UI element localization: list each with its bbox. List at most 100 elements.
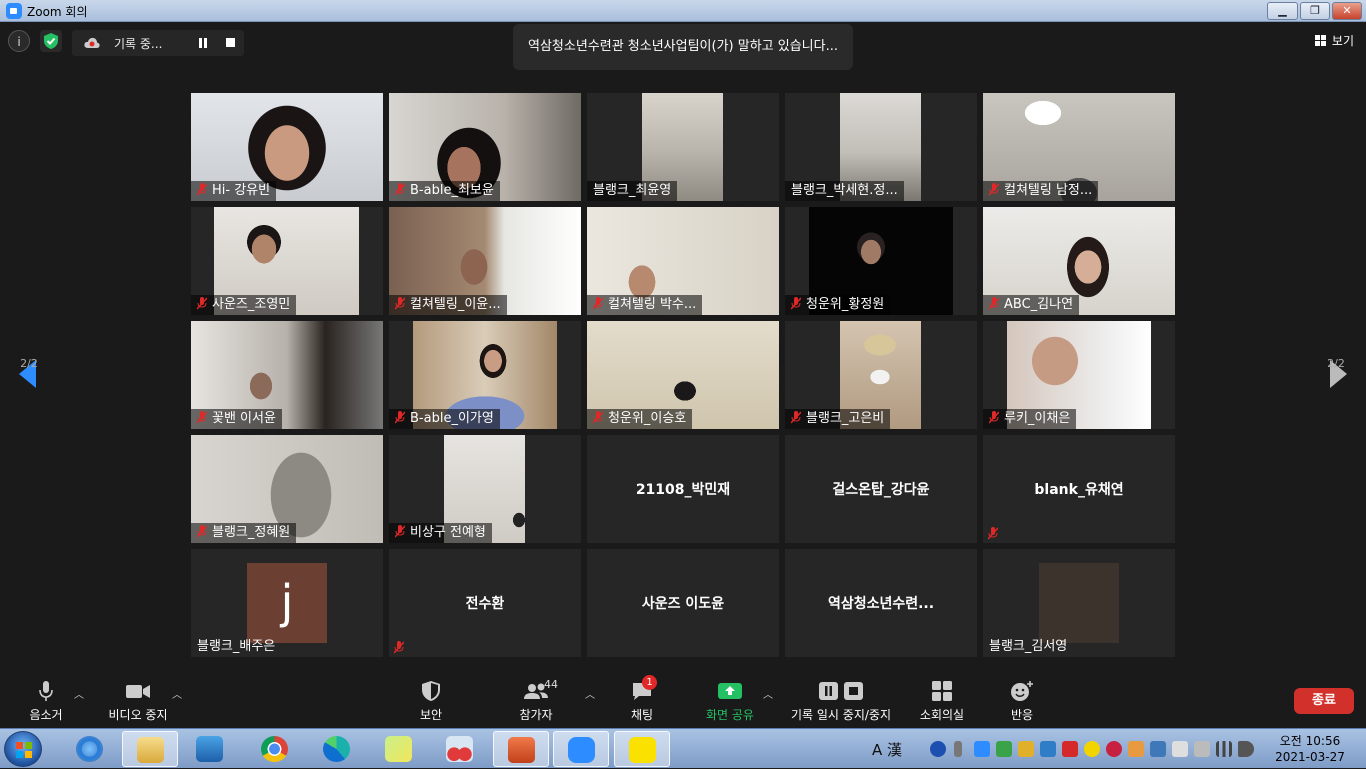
participant-tile[interactable]: 전수환 bbox=[389, 549, 581, 657]
participant-tile[interactable]: B-able_최보윤 bbox=[389, 93, 581, 201]
mute-button[interactable]: 음소거 bbox=[16, 680, 76, 723]
tray-app-icon-2[interactable] bbox=[1150, 741, 1166, 757]
chat-button[interactable]: 1 채팅 bbox=[622, 675, 662, 723]
clipboard-tray-icon[interactable] bbox=[1018, 741, 1034, 757]
stop-recording-button[interactable] bbox=[226, 38, 235, 47]
chrome-icon bbox=[261, 736, 288, 762]
kakaotalk-tray-icon[interactable] bbox=[1084, 741, 1100, 757]
participant-tile[interactable]: 청운위_황정원 bbox=[785, 207, 977, 315]
meeting-area: i 기록 중... 역삼청소년수련관 청소년사업팀이(가) 말하고 있습니다..… bbox=[0, 22, 1366, 670]
network-tray-icon[interactable] bbox=[1040, 741, 1056, 757]
participant-name: 비상구 전예형 bbox=[389, 523, 492, 543]
participant-tile[interactable]: 역삼청소년수련... bbox=[785, 549, 977, 657]
participant-name: 전수환 bbox=[465, 596, 505, 612]
pause-recording-button[interactable] bbox=[198, 38, 208, 48]
participant-tile[interactable]: 걸스온탑_강다윤 bbox=[785, 435, 977, 543]
participant-tile[interactable]: 루키_이채은 bbox=[983, 321, 1175, 429]
end-meeting-button[interactable]: 종료 bbox=[1294, 688, 1354, 714]
signal-strength-icon[interactable] bbox=[1216, 741, 1232, 757]
taskbar-zoom[interactable] bbox=[553, 731, 609, 767]
participants-button[interactable]: 44 참가자 bbox=[516, 678, 558, 723]
maximize-button[interactable]: ❐ bbox=[1300, 2, 1330, 20]
participant-name: 루키_이채은 bbox=[983, 409, 1077, 429]
participant-tile[interactable]: 컬쳐텔링_이윤... bbox=[389, 207, 581, 315]
share-screen-button[interactable]: 화면 공유 bbox=[700, 680, 760, 723]
scissors-icon bbox=[446, 736, 473, 762]
participant-name: 블랭크_박세현.정... bbox=[785, 181, 904, 201]
participant-tile[interactable]: 블랭크_정혜원 bbox=[191, 435, 383, 543]
taskbar-internet-explorer[interactable] bbox=[62, 731, 118, 767]
taskbar-kakaotalk[interactable] bbox=[614, 731, 670, 767]
minimize-button[interactable]: ▁ bbox=[1267, 2, 1298, 20]
tray-app-icon[interactable] bbox=[1128, 741, 1144, 757]
info-icon[interactable]: i bbox=[8, 30, 30, 52]
taskbar-sticky-notes[interactable] bbox=[371, 731, 427, 767]
taskbar-powerpoint[interactable] bbox=[493, 731, 549, 767]
audio-options-caret-icon[interactable]: ︿ bbox=[74, 686, 84, 701]
participant-tile[interactable]: 꽃밴 이서윤 bbox=[191, 321, 383, 429]
taskbar-snipping-tool[interactable] bbox=[432, 731, 488, 767]
edge-icon bbox=[323, 736, 350, 762]
tray-expand-icon[interactable] bbox=[954, 741, 962, 757]
encryption-shield-icon[interactable] bbox=[40, 30, 62, 52]
volume-icon[interactable] bbox=[1238, 741, 1254, 757]
breakout-rooms-icon bbox=[932, 681, 952, 701]
participant-name: 컬쳐텔링_이윤... bbox=[389, 295, 507, 315]
mic-muted-icon bbox=[988, 527, 998, 540]
share-options-caret-icon[interactable]: ︿ bbox=[763, 686, 773, 701]
page-indicator-left: 2/2 bbox=[20, 357, 38, 370]
taskbar-file-explorer[interactable] bbox=[122, 731, 178, 767]
participant-name: 블랭크_김서영 bbox=[989, 639, 1068, 654]
windows-logo-icon bbox=[16, 742, 32, 758]
avatar: j bbox=[247, 563, 327, 643]
mic-muted-icon bbox=[197, 525, 207, 538]
mic-muted-icon bbox=[394, 641, 404, 654]
recording-label: 기록 중... bbox=[114, 37, 163, 51]
taskbar-edge[interactable] bbox=[309, 731, 365, 767]
reactions-button[interactable]: 반응 bbox=[1002, 680, 1042, 723]
participant-tile[interactable]: 블랭크_고은비 bbox=[785, 321, 977, 429]
participant-tile[interactable]: 21108_박민재 bbox=[587, 435, 779, 543]
pause-stop-recording-button[interactable]: 기록 일시 중지/중지 bbox=[785, 680, 897, 723]
action-center-flag-icon[interactable] bbox=[1172, 741, 1188, 757]
participant-tile[interactable]: 컬쳐텔링 박수... bbox=[587, 207, 779, 315]
participant-tile[interactable]: 청운위_이승호 bbox=[587, 321, 779, 429]
zoom-tray-icon[interactable] bbox=[974, 741, 990, 757]
taskbar-chrome[interactable] bbox=[247, 731, 303, 767]
participant-tile[interactable]: 블랭크_김서영 bbox=[983, 549, 1175, 657]
participant-tile[interactable]: 블랭크_최윤영 bbox=[587, 93, 779, 201]
breakout-rooms-button[interactable]: 소회의실 bbox=[912, 680, 972, 723]
video-camera-icon bbox=[126, 685, 150, 698]
window-title: Zoom 회의 bbox=[27, 5, 88, 19]
help-icon[interactable] bbox=[930, 741, 946, 757]
view-button[interactable]: 보기 bbox=[1314, 32, 1354, 49]
ime-indicator[interactable]: A 漢 bbox=[872, 739, 902, 760]
stop-video-button[interactable]: 비디오 중지 bbox=[104, 680, 172, 723]
taskbar-media-player[interactable] bbox=[182, 731, 238, 767]
close-button[interactable]: ✕ bbox=[1332, 2, 1362, 20]
participant-tile[interactable]: B-able_이가영 bbox=[389, 321, 581, 429]
participant-tile[interactable]: ABC_김나연 bbox=[983, 207, 1175, 315]
participant-tile[interactable]: j 블랭크_배주은 bbox=[191, 549, 383, 657]
participant-tile[interactable]: blank_유채연 bbox=[983, 435, 1175, 543]
participants-options-caret-icon[interactable]: ︿ bbox=[585, 686, 595, 701]
clip-tray-icon[interactable] bbox=[1062, 741, 1078, 757]
security-button[interactable]: 보안 bbox=[411, 680, 451, 723]
adobe-tray-icon[interactable] bbox=[1106, 741, 1122, 757]
participant-tile[interactable]: Hi- 강유빈 bbox=[191, 93, 383, 201]
security-tray-icon[interactable] bbox=[996, 741, 1012, 757]
participant-name: 블랭크_정혜원 bbox=[191, 523, 297, 543]
participant-tile[interactable]: 블랭크_박세현.정... bbox=[785, 93, 977, 201]
start-button[interactable] bbox=[4, 731, 42, 767]
display-tray-icon[interactable] bbox=[1194, 741, 1210, 757]
participant-tile[interactable]: 비상구 전예형 bbox=[389, 435, 581, 543]
folder-icon bbox=[137, 737, 164, 763]
video-options-caret-icon[interactable]: ︿ bbox=[172, 686, 182, 701]
participant-tile[interactable]: 컬쳐텔링 남정... bbox=[983, 93, 1175, 201]
participant-tile[interactable]: 사운즈 이도윤 bbox=[587, 549, 779, 657]
taskbar-clock[interactable]: 오전 10:56 2021-03-27 bbox=[1270, 733, 1350, 765]
participant-name: 사운즈_조영민 bbox=[191, 295, 297, 315]
microphone-icon bbox=[39, 681, 53, 701]
participant-tile[interactable]: 사운즈_조영민 bbox=[191, 207, 383, 315]
view-button-label: 보기 bbox=[1331, 34, 1354, 48]
